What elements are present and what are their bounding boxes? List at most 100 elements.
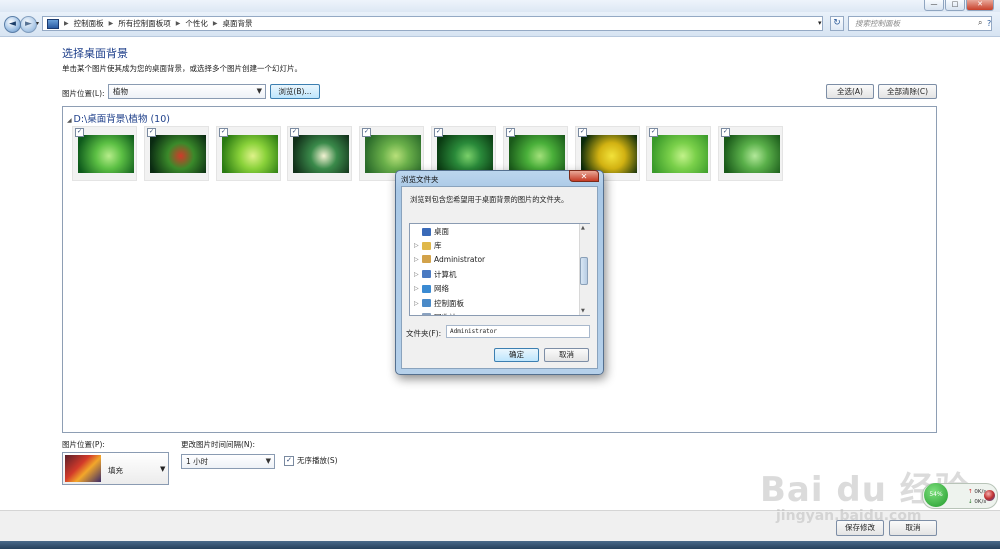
wallpaper-image (724, 135, 780, 173)
thumbnail-checkbox[interactable]: ✓ (219, 128, 228, 137)
tree-item-label: 网络 (434, 284, 449, 294)
scroll-down-icon[interactable]: ▼ (581, 308, 585, 314)
breadcrumb-item[interactable]: 所有控制面板项 (118, 18, 171, 29)
download-speed-value: 0K/s (974, 499, 987, 505)
help-icon[interactable]: ? (987, 19, 991, 28)
folder-icon (422, 284, 431, 293)
tree-item-label: 桌面 (434, 227, 449, 236)
clear-all-button[interactable]: 全部清除(C) (878, 84, 937, 99)
tree-item[interactable]: ▷ 计算机 (414, 269, 457, 280)
shuffle-checkbox[interactable]: ✓ (284, 455, 294, 466)
wallpaper-thumbnail[interactable]: ✓ (718, 126, 783, 181)
chevron-down-icon: ▼ (160, 465, 166, 473)
dialog-close-button[interactable]: ✕ (569, 170, 599, 182)
thumbnail-checkbox[interactable]: ✓ (147, 128, 156, 137)
recent-pages-chevron-icon[interactable]: ▾ (36, 20, 39, 27)
scroll-up-icon[interactable]: ▲ (581, 225, 585, 231)
tree-item[interactable]: ▷ 控制面板 (414, 298, 464, 309)
expand-arrow-icon[interactable]: ▷ (414, 271, 419, 278)
ok-button[interactable]: 确定 (494, 348, 539, 362)
folder-group-title: D:\桌面背景\植物 (10) (73, 114, 170, 125)
shuffle-option[interactable]: ✓ 无序播放(S) (284, 455, 338, 466)
search-icon[interactable]: ⌕ (978, 18, 982, 28)
tree-item[interactable]: ▷ 回收站 (414, 312, 457, 315)
folder-tree[interactable]: 桌面▷库▷Administrator▷计算机▷网络▷控制面板▷回收站 (409, 223, 590, 316)
title-bar (0, 0, 1000, 12)
breadcrumb-item[interactable]: 控制面板 (74, 18, 104, 29)
picture-position-value: 填充 (108, 466, 123, 475)
dialog-title: 浏览文件夹 (401, 175, 439, 184)
tree-item-label: 库 (434, 241, 442, 251)
expand-arrow-icon[interactable]: ▷ (414, 256, 419, 263)
wallpaper-image (150, 135, 206, 173)
picture-location-value: 植物 (113, 87, 128, 96)
browse-button[interactable]: 浏览(B)... (270, 84, 320, 99)
search-input[interactable]: 搜索控制面板 (848, 16, 992, 31)
wallpaper-image (581, 135, 637, 173)
dialog-description: 浏览到包含您希望用于桌面背景的图片的文件夹。 (410, 195, 569, 204)
expand-arrow-icon[interactable]: ▷ (414, 300, 419, 307)
chevron-down-icon: ▼ (256, 87, 262, 95)
position-preview-image (65, 455, 101, 482)
wallpaper-image (509, 135, 565, 173)
folder-icon (422, 313, 431, 315)
folder-icon (422, 255, 431, 264)
breadcrumb-item[interactable]: 个性化 (185, 18, 208, 29)
thumbnail-checkbox[interactable]: ✓ (362, 128, 371, 137)
shuffle-label: 无序播放(S) (297, 456, 338, 465)
wallpaper-image (437, 135, 493, 173)
wallpaper-thumbnail[interactable]: ✓ (646, 126, 711, 181)
thumbnail-checkbox[interactable]: ✓ (649, 128, 658, 137)
tree-item-label: 回收站 (434, 312, 457, 315)
window-controls: — □ ✕ (924, 0, 994, 11)
thumbnail-checkbox[interactable]: ✓ (290, 128, 299, 137)
refresh-button[interactable]: ↻ (830, 16, 844, 31)
wallpaper-image (293, 135, 349, 173)
thumbnail-checkbox[interactable]: ✓ (434, 128, 443, 137)
close-window-button[interactable]: ✕ (966, 0, 994, 11)
address-dropdown-icon[interactable]: ▾ (818, 19, 822, 27)
forward-button[interactable]: ► (20, 16, 37, 33)
thumbnail-checkbox[interactable]: ✓ (506, 128, 515, 137)
thumbnail-checkbox[interactable]: ✓ (578, 128, 587, 137)
page-title: 选择桌面背景 (62, 47, 128, 60)
expand-arrow-icon[interactable]: ▷ (414, 314, 419, 315)
tree-scrollbar-thumb[interactable] (580, 257, 588, 285)
tree-item[interactable]: ▷ 库 (414, 240, 442, 251)
wallpaper-thumbnail[interactable]: ✓ (216, 126, 281, 181)
tree-item[interactable]: 桌面 (414, 226, 449, 237)
folder-field[interactable]: Administrator (446, 325, 590, 338)
dialog-cancel-button[interactable]: 取消 (544, 348, 589, 362)
minimize-button[interactable]: — (924, 0, 944, 11)
wallpaper-thumbnail[interactable]: ✓ (144, 126, 209, 181)
back-button[interactable]: ◄ (4, 16, 21, 33)
network-usage-badge: 54% (924, 483, 948, 507)
breadcrumb-item[interactable]: 桌面背景 (223, 18, 253, 29)
thumbnail-checkbox[interactable]: ✓ (721, 128, 730, 137)
interval-select[interactable]: 1 小时 ▼ (181, 454, 275, 469)
expand-arrow-icon[interactable]: ▷ (414, 242, 419, 249)
folder-icon (422, 241, 431, 250)
tree-item-label: 计算机 (434, 269, 457, 279)
maximize-button[interactable]: □ (945, 0, 965, 11)
folder-icon (422, 299, 431, 307)
picture-position-label: 图片位置(P): (62, 440, 105, 449)
interval-label: 更改图片时间间隔(N): (181, 440, 255, 449)
wallpaper-thumbnail[interactable]: ✓ (287, 126, 352, 181)
address-bar[interactable]: ▶ 控制面板 ▶ 所有控制面板项 ▶ 个性化 ▶ 桌面背景 (42, 16, 823, 31)
tree-item[interactable]: ▷ 网络 (414, 283, 449, 294)
tray-app-icon[interactable] (984, 490, 995, 501)
expand-arrow-icon[interactable]: ▷ (414, 285, 419, 292)
control-panel-icon (47, 18, 59, 29)
select-all-button[interactable]: 全选(A) (826, 84, 874, 99)
picture-location-select[interactable]: 植物 ▼ (108, 84, 266, 99)
folder-group-header[interactable]: ◢ D:\桌面背景\植物 (10) (67, 111, 170, 125)
folder-icon (422, 227, 431, 236)
tree-item-label: Administrator (434, 254, 486, 264)
tree-item[interactable]: ▷ Administrator (414, 255, 485, 264)
wallpaper-thumbnail[interactable]: ✓ (72, 126, 137, 181)
download-speed: ↓ 0K/s (968, 499, 986, 505)
wallpaper-image (222, 135, 278, 173)
thumbnail-checkbox[interactable]: ✓ (75, 128, 84, 137)
wallpaper-image (652, 135, 708, 173)
